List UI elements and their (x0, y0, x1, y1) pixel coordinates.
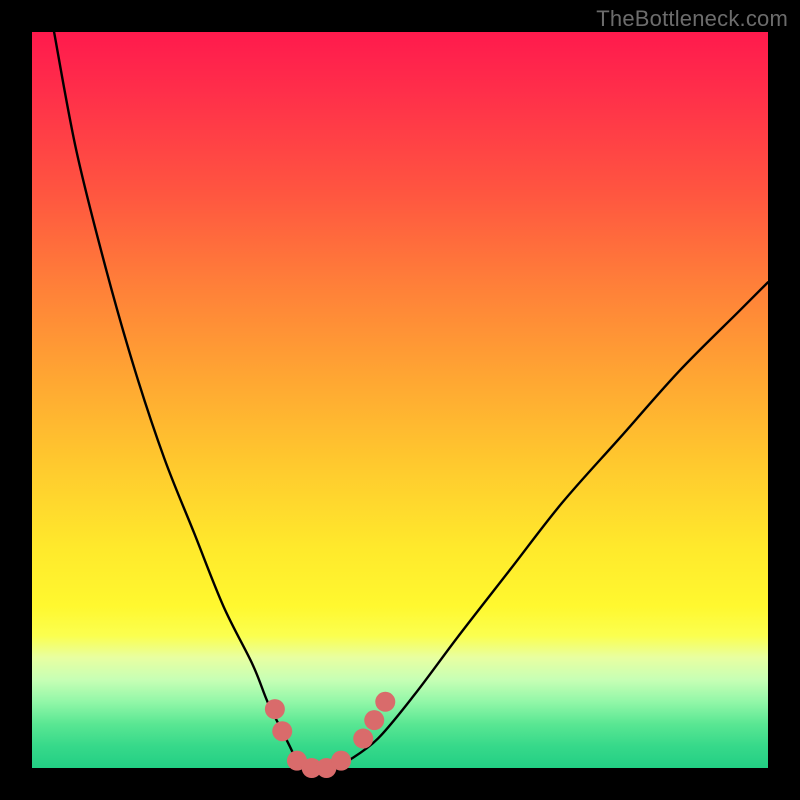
dot-left-lower (272, 721, 292, 741)
dot-right-mid (364, 710, 384, 730)
chart-svg (32, 32, 768, 768)
bottleneck-curve (54, 32, 768, 769)
dot-left-upper (265, 699, 285, 719)
curve-markers (265, 692, 395, 778)
watermark-text: TheBottleneck.com (596, 6, 788, 32)
chart-frame: TheBottleneck.com (0, 0, 800, 800)
plot-area (32, 32, 768, 768)
dot-right-upper (375, 692, 395, 712)
dot-right-lower (353, 729, 373, 749)
dot-valley-4 (331, 751, 351, 771)
